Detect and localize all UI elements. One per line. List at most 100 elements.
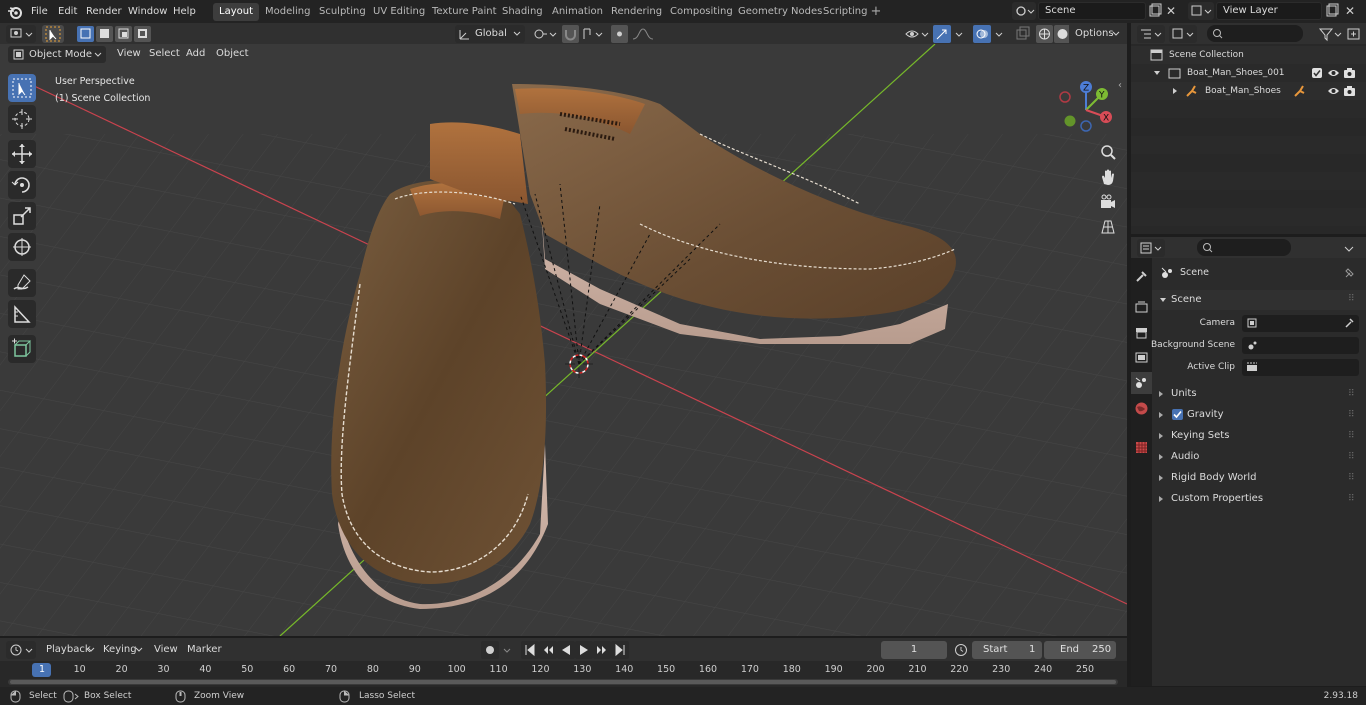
tab-render-icon[interactable] — [1133, 299, 1150, 316]
view-layer-field[interactable]: View Layer — [1216, 2, 1322, 20]
tab-modeling[interactable]: Modeling — [259, 3, 317, 21]
view-layer-browse-button[interactable] — [1188, 2, 1214, 20]
panel-rigid-body-world[interactable]: Rigid Body World ⠿ — [1157, 468, 1361, 488]
pin-icon[interactable] — [1342, 265, 1356, 281]
tab-layout[interactable]: Layout — [213, 3, 259, 21]
overlays-toggle-icon[interactable] — [973, 25, 1007, 43]
gizmo-toggle-icon[interactable] — [933, 25, 967, 43]
delete-view-layer-icon[interactable]: ✕ — [1345, 4, 1357, 18]
proportional-editing-icon[interactable] — [611, 25, 659, 43]
scene-browse-button[interactable] — [1012, 2, 1036, 20]
timeline-editor-type-button[interactable] — [6, 641, 36, 659]
menu-edit[interactable]: Edit — [58, 0, 77, 23]
properties-options-chevron-icon[interactable] — [1340, 239, 1358, 257]
timeline-scrollbar[interactable] — [8, 679, 1118, 685]
panel-audio[interactable]: Audio ⠿ — [1157, 447, 1361, 467]
timeline-menu-view[interactable]: View — [148, 641, 180, 659]
tool-cursor-icon[interactable] — [8, 105, 36, 133]
tab-view-layer-icon[interactable] — [1133, 349, 1150, 366]
end-frame-field[interactable]: End 250 — [1044, 641, 1116, 659]
camera-field[interactable] — [1242, 315, 1359, 332]
background-scene-field[interactable] — [1242, 337, 1359, 354]
tab-uv-editing[interactable]: UV Editing — [367, 3, 431, 21]
scene-section-header[interactable]: Scene ⠿ — [1152, 290, 1366, 310]
tool-scale-icon[interactable] — [8, 202, 36, 230]
tab-geometry-nodes[interactable]: Geometry Nodes — [732, 3, 828, 21]
tab-scene-active[interactable] — [1131, 372, 1152, 394]
drag-handle-icon[interactable]: ⠿ — [1348, 290, 1355, 308]
editor-type-button[interactable] — [6, 25, 36, 43]
menu-help[interactable]: Help — [173, 0, 196, 23]
panel-gravity[interactable]: Gravity ⠿ — [1157, 405, 1361, 425]
tool-measure-icon[interactable] — [8, 300, 36, 328]
tool-add-cube-icon[interactable] — [8, 335, 36, 363]
zoom-view-icon[interactable] — [1097, 141, 1119, 163]
tab-scripting[interactable]: Scripting — [817, 3, 873, 21]
outliner-search-input[interactable] — [1207, 25, 1303, 42]
panel-custom-properties[interactable]: Custom Properties ⠿ — [1157, 489, 1361, 509]
start-frame-field[interactable]: Start 1 — [972, 641, 1042, 659]
navigation-gizmo[interactable]: Z Y X — [1058, 78, 1118, 138]
viewport-menu-select[interactable]: Select — [144, 46, 185, 62]
object-mode-dropdown[interactable]: Object Mode — [8, 46, 106, 63]
delete-scene-icon[interactable]: ✕ — [1166, 4, 1178, 18]
new-scene-icon[interactable] — [1148, 3, 1162, 19]
outliner-row-scene-collection[interactable]: Scene Collection — [1131, 46, 1366, 64]
pivot-point-icon[interactable] — [530, 25, 558, 43]
camera-view-icon[interactable] — [1097, 191, 1119, 213]
tab-sculpting[interactable]: Sculpting — [313, 3, 372, 21]
tool-move-icon[interactable] — [8, 140, 36, 168]
viewport-menu-add[interactable]: Add — [181, 46, 210, 62]
properties-editor-type-button[interactable] — [1137, 239, 1165, 257]
auto-keying-button[interactable] — [481, 641, 515, 659]
scene-name-field[interactable]: Scene — [1038, 2, 1146, 20]
active-clip-field[interactable] — [1242, 359, 1359, 376]
tab-compositing[interactable]: Compositing — [664, 3, 739, 21]
preview-range-clock-icon[interactable] — [953, 642, 969, 658]
menu-render[interactable]: Render — [86, 0, 122, 23]
timeline-menu-marker[interactable]: Marker — [182, 641, 226, 659]
tab-output-icon[interactable] — [1133, 324, 1150, 341]
snap-icon[interactable] — [562, 25, 610, 43]
tool-select-box[interactable] — [8, 74, 36, 102]
transform-orientation-dropdown[interactable]: Global — [455, 25, 525, 43]
tool-transform-icon[interactable] — [8, 233, 36, 261]
new-view-layer-icon[interactable] — [1325, 3, 1339, 19]
tab-texture-paint[interactable]: Texture Paint — [426, 3, 503, 21]
viewport-menu-view[interactable]: View — [112, 46, 146, 62]
sidebar-toggle-chevron-icon[interactable]: ‹ — [1118, 80, 1126, 94]
keying-menu[interactable]: Keying — [98, 641, 146, 659]
tab-shading[interactable]: Shading — [496, 3, 549, 21]
drag-handle-icon[interactable]: ⠿ — [1348, 405, 1355, 425]
outliner-row-boat-man-shoes-001[interactable]: Boat_Man_Shoes_001 — [1131, 64, 1366, 82]
viewport-menu-object[interactable]: Object — [211, 46, 254, 62]
visibility-icon[interactable] — [903, 25, 931, 43]
tab-world-icon[interactable] — [1133, 400, 1150, 417]
tab-rendering[interactable]: Rendering — [605, 3, 668, 21]
tab-texture-icon[interactable] — [1133, 439, 1150, 456]
display-mode-button[interactable] — [1169, 25, 1197, 43]
panel-keying-sets[interactable]: Keying Sets ⠿ — [1157, 426, 1361, 446]
xray-toggle-icon[interactable] — [1014, 25, 1030, 43]
tool-rotate-icon[interactable] — [8, 171, 36, 199]
current-frame-field[interactable]: 1 — [881, 641, 947, 659]
3d-viewport[interactable] — [0, 44, 1127, 636]
menu-file[interactable]: File — [31, 0, 48, 23]
filter-icon[interactable] — [1316, 25, 1344, 43]
new-collection-icon[interactable] — [1346, 25, 1362, 43]
timeline-scrollbar-thumb[interactable] — [10, 680, 1116, 684]
select-tool-button[interactable] — [42, 25, 64, 43]
outliner-row-boat-man-shoes[interactable]: Boat_Man_Shoes — [1131, 82, 1366, 100]
drag-handle-icon[interactable]: ⠿ — [1348, 468, 1355, 488]
pan-view-hand-icon[interactable] — [1097, 166, 1119, 188]
drag-handle-icon[interactable]: ⠿ — [1348, 489, 1355, 509]
playback-controls[interactable] — [521, 641, 631, 659]
drag-handle-icon[interactable]: ⠿ — [1348, 447, 1355, 467]
selection-mode-buttons[interactable] — [76, 25, 162, 43]
tab-tool-icon[interactable] — [1133, 268, 1150, 285]
drag-handle-icon[interactable]: ⠿ — [1348, 384, 1355, 404]
panel-units[interactable]: Units ⠿ — [1157, 384, 1361, 404]
tab-animation[interactable]: Animation — [546, 3, 609, 21]
blender-logo-icon[interactable] — [7, 4, 23, 20]
properties-search-input[interactable] — [1197, 239, 1291, 256]
